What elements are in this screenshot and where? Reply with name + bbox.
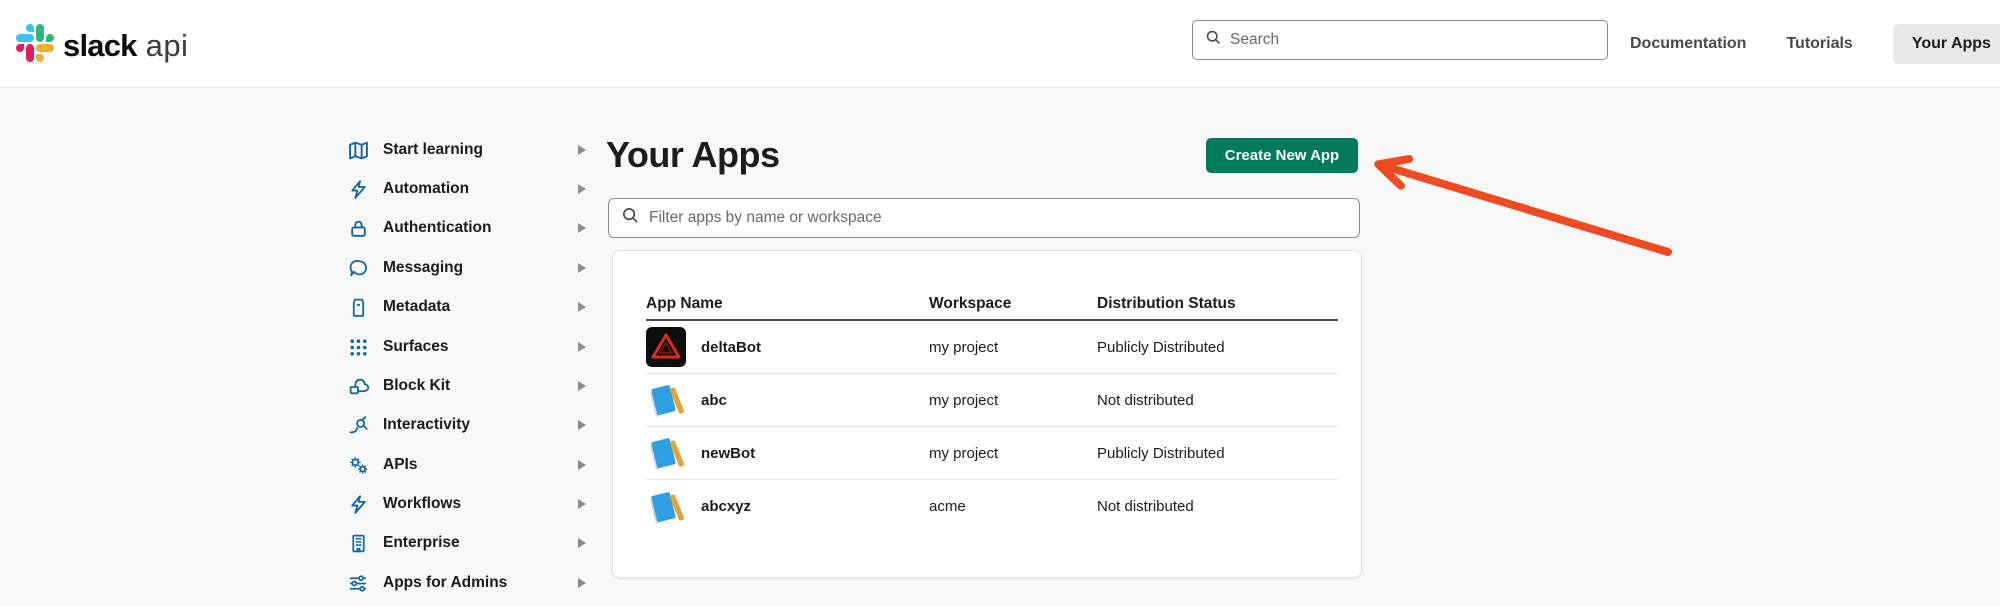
sidebar-item-label: APIs [383, 456, 417, 474]
sidebar-item-surfaces[interactable]: Surfaces [348, 332, 586, 362]
sidebar-item-label: Interactivity [383, 416, 470, 434]
app-name[interactable]: newBot [701, 445, 755, 462]
table-row-abcxyz[interactable]: abcxyz acme Not distributed [646, 480, 1338, 533]
app-name[interactable]: deltaBot [701, 339, 761, 356]
sidebar-item-authentication[interactable]: Authentication [348, 213, 586, 243]
chevron-right-icon [578, 145, 586, 155]
blocks-icon [348, 376, 369, 397]
slack-logo-icon [16, 24, 54, 67]
red-arrow-annotation [1350, 140, 1690, 270]
top-navigation: Documentation Tutorials Your Apps [1630, 0, 2000, 88]
lightning-icon [348, 494, 369, 515]
column-header-distribution-status: Distribution Status [1097, 295, 1338, 313]
sidebar-item-workflows[interactable]: Workflows [348, 489, 586, 519]
create-new-app-button[interactable]: Create New App [1206, 138, 1358, 173]
logo-brand-text: slack [63, 28, 137, 64]
nav-tutorials[interactable]: Tutorials [1786, 35, 1852, 53]
chevron-right-icon [578, 342, 586, 352]
apps-list-card: App Name Workspace Distribution Status d… [612, 250, 1362, 578]
app-name[interactable]: abc [701, 392, 727, 409]
table-row-abc[interactable]: abc my project Not distributed [646, 374, 1338, 427]
sidebar-item-interactivity[interactable]: Interactivity [348, 410, 586, 440]
app-distribution-status: Publicly Distributed [1097, 339, 1338, 356]
chevron-right-icon [578, 302, 586, 312]
apps-table: App Name Workspace Distribution Status d… [646, 289, 1338, 533]
filter-apps-input[interactable] [649, 209, 1347, 227]
chevron-right-icon [578, 184, 586, 194]
sidebar-item-label: Workflows [383, 495, 461, 513]
filter-apps-box[interactable] [608, 198, 1360, 238]
search-input[interactable] [1230, 31, 1595, 49]
sidebar-item-label: Apps for Admins [383, 574, 507, 592]
sidebar-item-label: Start learning [383, 141, 483, 159]
chevron-right-icon [578, 538, 586, 548]
plug-icon [348, 415, 369, 436]
lightning-icon [348, 179, 369, 200]
app-workspace: acme [929, 498, 1097, 515]
building-icon [348, 533, 369, 554]
gears-icon [348, 455, 369, 476]
app-icon-delta-logo [646, 327, 686, 367]
top-header-bar: slack api Documentation Tutorials Your A… [0, 0, 2000, 88]
grid-dots-icon [348, 337, 369, 358]
apps-table-header: App Name Workspace Distribution Status [646, 289, 1338, 321]
nav-documentation[interactable]: Documentation [1630, 35, 1746, 53]
chevron-right-icon [578, 420, 586, 430]
tag-icon [348, 297, 369, 318]
lock-icon [348, 218, 369, 239]
sidebar-item-label: Surfaces [383, 338, 448, 356]
chevron-right-icon [578, 578, 586, 588]
search-icon [1205, 29, 1222, 51]
app-workspace: my project [929, 339, 1097, 356]
sidebar-item-metadata[interactable]: Metadata [348, 292, 586, 322]
slack-api-logo[interactable]: slack api [16, 24, 188, 67]
logo-suffix-text: api [146, 28, 189, 64]
sidebar-item-apis[interactable]: APIs [348, 450, 586, 480]
sidebar-item-block-kit[interactable]: Block Kit [348, 371, 586, 401]
nav-your-apps[interactable]: Your Apps [1893, 24, 2000, 64]
chevron-right-icon [578, 223, 586, 233]
sidebar-item-label: Block Kit [383, 377, 450, 395]
sidebar-item-label: Messaging [383, 259, 463, 277]
app-distribution-status: Not distributed [1097, 498, 1338, 515]
app-distribution-status: Publicly Distributed [1097, 445, 1338, 462]
chevron-right-icon [578, 499, 586, 509]
column-header-workspace: Workspace [929, 295, 1097, 313]
sidebar-item-label: Enterprise [383, 534, 460, 552]
search-icon [621, 206, 640, 230]
table-row-deltabot[interactable]: deltaBot my project Publicly Distributed [646, 321, 1338, 374]
chevron-right-icon [578, 381, 586, 391]
sidebar-item-enterprise[interactable]: Enterprise [348, 528, 586, 558]
app-icon-default [646, 433, 686, 473]
sidebar-item-label: Metadata [383, 298, 450, 316]
sidebar-item-start-learning[interactable]: Start learning [348, 135, 586, 165]
chevron-right-icon [578, 263, 586, 273]
sidebar-item-messaging[interactable]: Messaging [348, 253, 586, 283]
app-workspace: my project [929, 392, 1097, 409]
sidebar-item-label: Authentication [383, 219, 492, 237]
app-distribution-status: Not distributed [1097, 392, 1338, 409]
column-header-app-name: App Name [646, 295, 929, 313]
speech-bubble-icon [348, 258, 369, 279]
slack-api-your-apps-page: slack api Documentation Tutorials Your A… [0, 0, 2000, 606]
app-workspace: my project [929, 445, 1097, 462]
map-icon [348, 140, 369, 161]
app-name[interactable]: abcxyz [701, 498, 751, 515]
page-title: Your Apps [606, 134, 780, 176]
sidebar-item-label: Automation [383, 180, 469, 198]
sliders-icon [348, 573, 369, 594]
app-icon-default [646, 380, 686, 420]
chevron-right-icon [578, 460, 586, 470]
sidebar-item-apps-for-admins[interactable]: Apps for Admins [348, 568, 586, 598]
global-search-box[interactable] [1192, 20, 1608, 60]
table-row-newbot[interactable]: newBot my project Publicly Distributed [646, 427, 1338, 480]
sidebar-item-automation[interactable]: Automation [348, 174, 586, 204]
app-icon-default [646, 487, 686, 527]
